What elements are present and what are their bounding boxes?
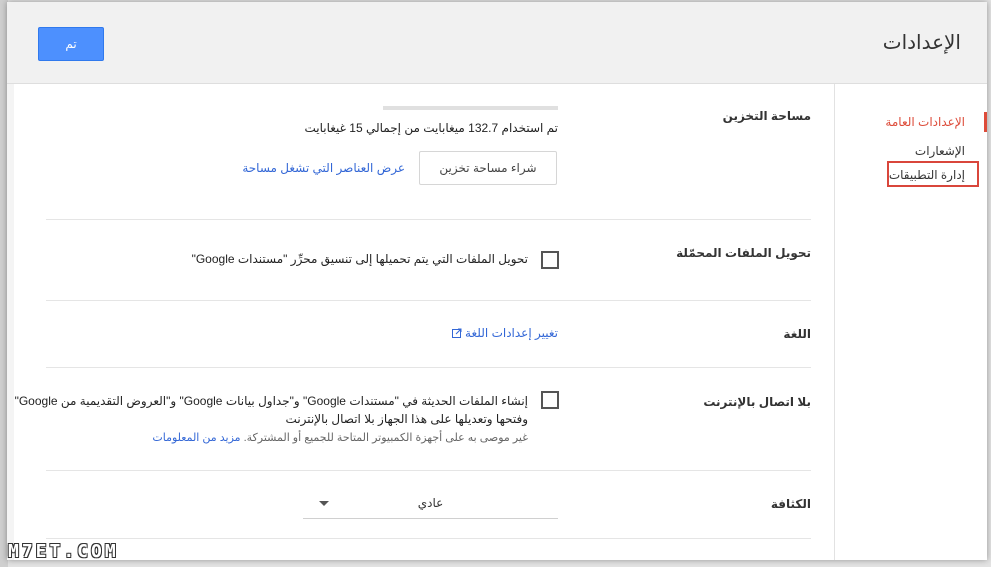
convert-uploads-checkbox[interactable]	[541, 251, 559, 269]
learn-more-link[interactable]: مزيد من المعلومات	[152, 432, 240, 444]
offline-text-line2: وفتحها وتعديلها على هذا الجهاز بلا اتصال…	[285, 412, 528, 426]
storage-usage-text: تم استخدام 132.7 ميغابايت من إجمالي 15 غ…	[304, 121, 558, 135]
offline-note-text: غير موصى به على أجهزة الكمبيوتر المتاحة …	[243, 432, 528, 444]
divider	[46, 367, 811, 368]
dialog-header: الإعدادات تم	[7, 2, 987, 84]
nav-item-notifications[interactable]: الإشعارات	[915, 144, 965, 158]
change-language-link[interactable]: تغيير إعدادات اللغة	[448, 326, 558, 340]
buy-storage-button[interactable]: شراء مساحة تخزين	[419, 151, 557, 185]
change-language-label: تغيير إعدادات اللغة	[465, 326, 558, 340]
watermark: M7ET.COM	[8, 541, 119, 562]
storage-usage-bar	[383, 106, 558, 110]
view-storage-items-link[interactable]: عرض العناصر التي تشغل مساحة	[242, 161, 405, 175]
convert-uploads-label: تحويل الملفات المحمّلة	[676, 246, 811, 260]
divider	[46, 219, 811, 220]
divider	[46, 470, 811, 471]
offline-label: بلا اتصال بالإنترنت	[703, 395, 811, 409]
divider	[46, 300, 811, 301]
density-label: الكثافة	[770, 497, 811, 511]
dialog-title: الإعدادات	[882, 32, 961, 54]
nav-item-manage-apps[interactable]: إدارة التطبيقات	[889, 168, 965, 182]
scroll-edge	[7, 84, 14, 560]
dropdown-arrow-icon	[319, 501, 329, 506]
settings-dialog: الإعدادات تم الإعدادات العامة الإشعارات …	[7, 2, 987, 560]
offline-note: غير موصى به على أجهزة الكمبيوتر المتاحة …	[152, 431, 528, 444]
offline-text-line1: إنشاء الملفات الحديثة في "مستندات Google…	[14, 394, 528, 408]
density-select[interactable]: عادي	[303, 488, 558, 519]
nav-active-indicator	[984, 112, 987, 132]
done-button[interactable]: تم	[38, 27, 104, 61]
external-link-icon	[451, 328, 462, 338]
nav-item-general[interactable]: الإعدادات العامة	[885, 115, 965, 129]
density-value: عادي	[417, 496, 444, 510]
divider	[46, 538, 811, 539]
settings-nav: الإعدادات العامة الإشعارات إدارة التطبيق…	[834, 84, 987, 560]
offline-checkbox[interactable]	[541, 391, 559, 409]
storage-label: مساحة التخزين	[722, 109, 811, 123]
convert-uploads-text: تحويل الملفات التي يتم تحميلها إلى تنسيق…	[191, 252, 528, 266]
language-label: اللغة	[783, 327, 811, 341]
